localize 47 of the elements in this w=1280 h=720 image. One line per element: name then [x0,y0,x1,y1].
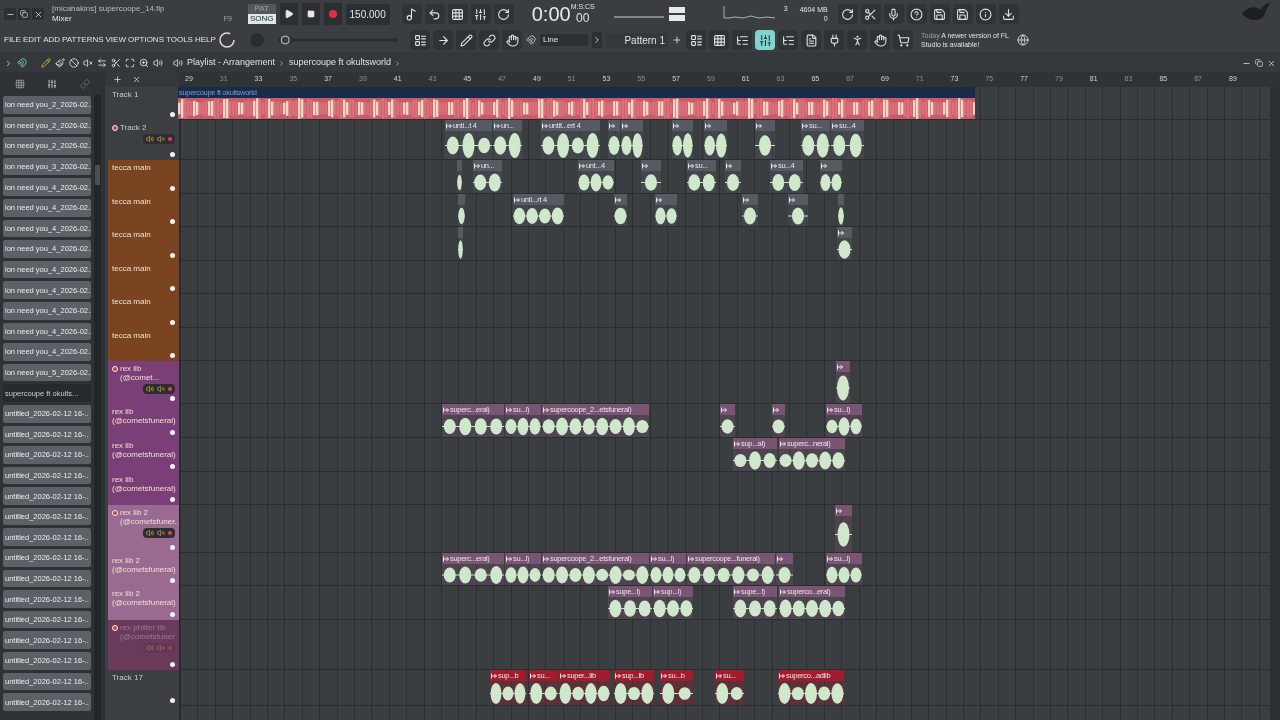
track-name: rex lib (@cometsfuneral) [112,407,176,425]
track-name: Track 2 [120,123,147,132]
track-header[interactable]: rex lib 2 (@cometsfuneral) [108,553,179,586]
track-header[interactable]: rex lib 2 (@cometsfuneral) [108,586,179,620]
snap-dropdown[interactable]: Line [540,34,588,46]
menu-item[interactable]: FILE [4,34,21,46]
tempo-display[interactable]: 150.000 [345,3,390,25]
window-subtitle: Mixer [52,14,72,24]
menu-item[interactable]: HELP [194,34,216,46]
time-display: 0:00 [531,3,571,25]
track-name: tecca main [112,163,151,172]
track-header[interactable]: rex lib (@cometsfuneral) [108,472,179,505]
track-header[interactable]: tecca main [108,227,179,261]
track-header[interactable]: tecca main [108,328,179,361]
track-header[interactable]: tecca main [108,294,179,328]
track-header[interactable]: rex lib (@cometsfuneral) [108,404,179,438]
track-name: rex lib 2 (@cometsfuner.. [120,508,179,526]
breadcrumb[interactable]: Playlist - Arrangement [187,56,276,70]
menu-item[interactable]: VIEW [105,34,126,46]
track-name: rex lib 2 (@cometsfuneral) [112,556,176,574]
track-header[interactable]: tecca main [108,194,179,227]
track-name: tecca main [112,264,151,273]
track-name: tecca main [112,230,151,239]
track-name: Track 1 [112,90,139,99]
track-header[interactable]: tecca main [108,160,179,194]
menu-item[interactable]: PATTERNS [62,34,104,46]
track-header[interactable]: tecca main [108,261,179,294]
track-name: tecca main [112,297,151,306]
menu-item[interactable]: OPTIONS [127,34,164,46]
menu-item[interactable]: EDIT [22,34,42,46]
track-name: tecca main [112,197,151,206]
track-name: rex lib 2 (@cometsfuneral) [112,589,176,607]
menu-item[interactable]: TOOLS [166,34,193,46]
track-name: rex lib (@cometsfuneral) [112,475,176,493]
mode-toggle[interactable]: SONG [248,14,276,24]
pattern-selector[interactable]: Pattern 1 [606,32,668,48]
track-header[interactable]: rex lib (@comet... [108,361,179,404]
track-name: Track 17 [112,673,143,682]
track-header[interactable]: rex lib (@cometsfuneral) [108,438,179,472]
track-name: rex lib (@cometsfuneral) [112,441,176,459]
window-title: [micahakins] supercoope_14.flp [52,4,166,14]
time-centiseconds: 00 [576,11,590,25]
track-header[interactable]: rex lib 2 (@cometsfuner.. [108,505,179,553]
breadcrumb[interactable]: supercoupe ft okultsworld [289,56,392,70]
track-name: rex lib (@comet... [120,364,161,382]
track-name: tecca main [112,331,151,340]
menu-item[interactable]: ADD [43,34,61,46]
